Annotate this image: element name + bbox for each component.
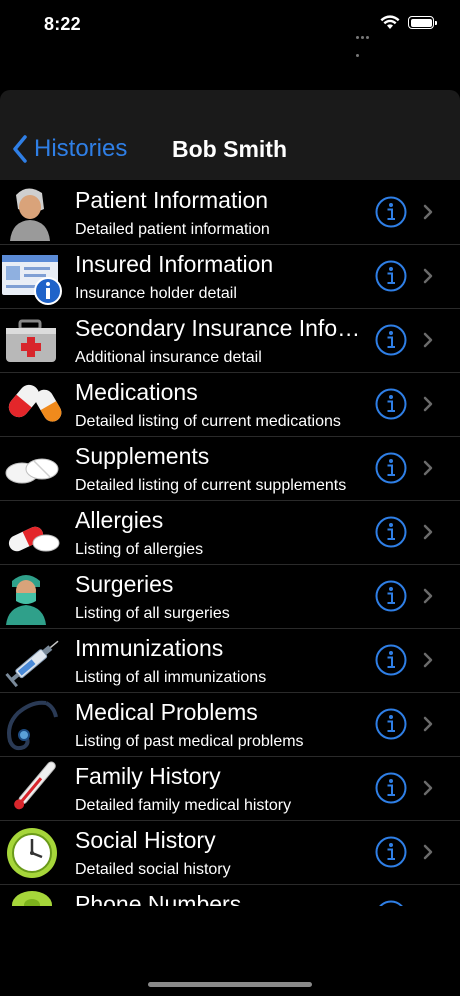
phone-icon xyxy=(12,891,52,906)
info-icon[interactable] xyxy=(375,772,407,804)
status-bar: 8:22 xyxy=(0,0,460,57)
list-item[interactable]: Medications Detailed listing of current … xyxy=(0,373,460,437)
chevron-right-icon xyxy=(423,396,433,412)
row-subtitle: Detailed family medical history xyxy=(75,797,292,814)
row-subtitle: Detailed listing of current medications xyxy=(75,413,341,430)
row-title: Medications xyxy=(75,379,198,405)
chevron-left-icon xyxy=(13,135,27,163)
first-aid-kit-icon xyxy=(6,319,56,362)
info-icon[interactable] xyxy=(375,708,407,740)
battery-icon xyxy=(408,16,437,29)
row-title: Secondary Insurance Info… xyxy=(75,315,361,341)
info-icon[interactable] xyxy=(375,580,407,612)
info-icon[interactable] xyxy=(375,644,407,676)
row-title: Patient Information xyxy=(75,187,269,213)
pills-icon xyxy=(8,526,60,552)
chevron-right-icon xyxy=(423,780,433,796)
chevron-right-icon xyxy=(423,652,433,668)
clock-icon xyxy=(7,828,57,878)
insurance-card-icon xyxy=(2,255,62,305)
info-icon[interactable] xyxy=(375,324,407,356)
patient-icon xyxy=(10,188,50,241)
list-item[interactable]: Immunizations Listing of all immunizatio… xyxy=(0,629,460,693)
info-icon[interactable] xyxy=(375,388,407,420)
list-item[interactable]: Insured Information Insurance holder det… xyxy=(0,245,460,309)
syringe-icon xyxy=(5,640,59,688)
list-item[interactable]: Phone Numbers xyxy=(0,885,460,906)
row-title: Medical Problems xyxy=(75,699,258,725)
chevron-right-icon xyxy=(423,460,433,476)
wifi-icon xyxy=(380,15,400,29)
chevron-right-icon xyxy=(423,204,433,220)
info-icon[interactable] xyxy=(375,516,407,548)
list-item[interactable]: Secondary Insurance Info… Additional ins… xyxy=(0,309,460,373)
row-title: Allergies xyxy=(75,507,164,533)
row-title: Social History xyxy=(75,827,216,853)
row-subtitle: Listing of allergies xyxy=(75,541,204,558)
row-title: Insured Information xyxy=(75,251,274,277)
chevron-right-icon xyxy=(423,844,433,860)
row-title: Supplements xyxy=(75,443,210,469)
info-icon[interactable] xyxy=(375,836,407,868)
list-item[interactable]: Surgeries Listing of all surgeries xyxy=(0,565,460,629)
row-subtitle: Listing of all immunizations xyxy=(75,669,267,686)
navigation-bar: Histories Bob Smith xyxy=(0,90,460,180)
capsule-icon xyxy=(8,384,62,422)
chevron-right-icon xyxy=(423,332,433,348)
list-item[interactable]: Patient Information Detailed patient inf… xyxy=(0,181,460,245)
list-item[interactable]: Allergies Listing of allergies xyxy=(0,501,460,565)
home-indicator[interactable] xyxy=(148,982,312,987)
stethoscope-icon xyxy=(7,700,58,751)
tablets-icon xyxy=(5,458,59,484)
surgeon-icon xyxy=(6,575,46,625)
list-item[interactable]: Family History Detailed family medical h… xyxy=(0,757,460,821)
cellular-signal-icon xyxy=(356,26,374,57)
page-title-text: Bob Smith xyxy=(172,136,287,162)
row-subtitle: Listing of all surgeries xyxy=(75,605,230,622)
chevron-right-icon xyxy=(423,588,433,604)
row-title: Phone Numbers xyxy=(75,891,242,906)
row-subtitle: Detailed listing of current supplements xyxy=(75,477,347,494)
row-subtitle: Insurance holder detail xyxy=(75,285,237,302)
info-icon[interactable] xyxy=(375,900,407,906)
info-icon[interactable] xyxy=(375,260,407,292)
thermometer-icon xyxy=(14,761,56,810)
chevron-right-icon xyxy=(423,524,433,540)
back-button-label: Histories xyxy=(34,135,128,162)
chevron-right-icon xyxy=(423,716,433,732)
list-item[interactable]: Social History Detailed social history xyxy=(0,821,460,885)
history-list: Patient Information Detailed patient inf… xyxy=(0,181,460,906)
info-icon[interactable] xyxy=(375,196,407,228)
row-subtitle: Listing of past medical problems xyxy=(75,733,304,750)
back-button[interactable]: Histories xyxy=(12,134,127,164)
row-title: Family History xyxy=(75,763,221,789)
row-subtitle: Detailed patient information xyxy=(75,221,270,238)
info-icon[interactable] xyxy=(375,452,407,484)
row-subtitle: Detailed social history xyxy=(75,861,231,878)
row-title: Immunizations xyxy=(75,635,224,661)
chevron-right-icon xyxy=(423,268,433,284)
row-title: Surgeries xyxy=(75,571,174,597)
list-item[interactable]: Supplements Detailed listing of current … xyxy=(0,437,460,501)
row-subtitle: Additional insurance detail xyxy=(75,349,262,366)
status-time: 8:22 xyxy=(44,14,81,34)
list-item[interactable]: Medical Problems Listing of past medical… xyxy=(0,693,460,757)
